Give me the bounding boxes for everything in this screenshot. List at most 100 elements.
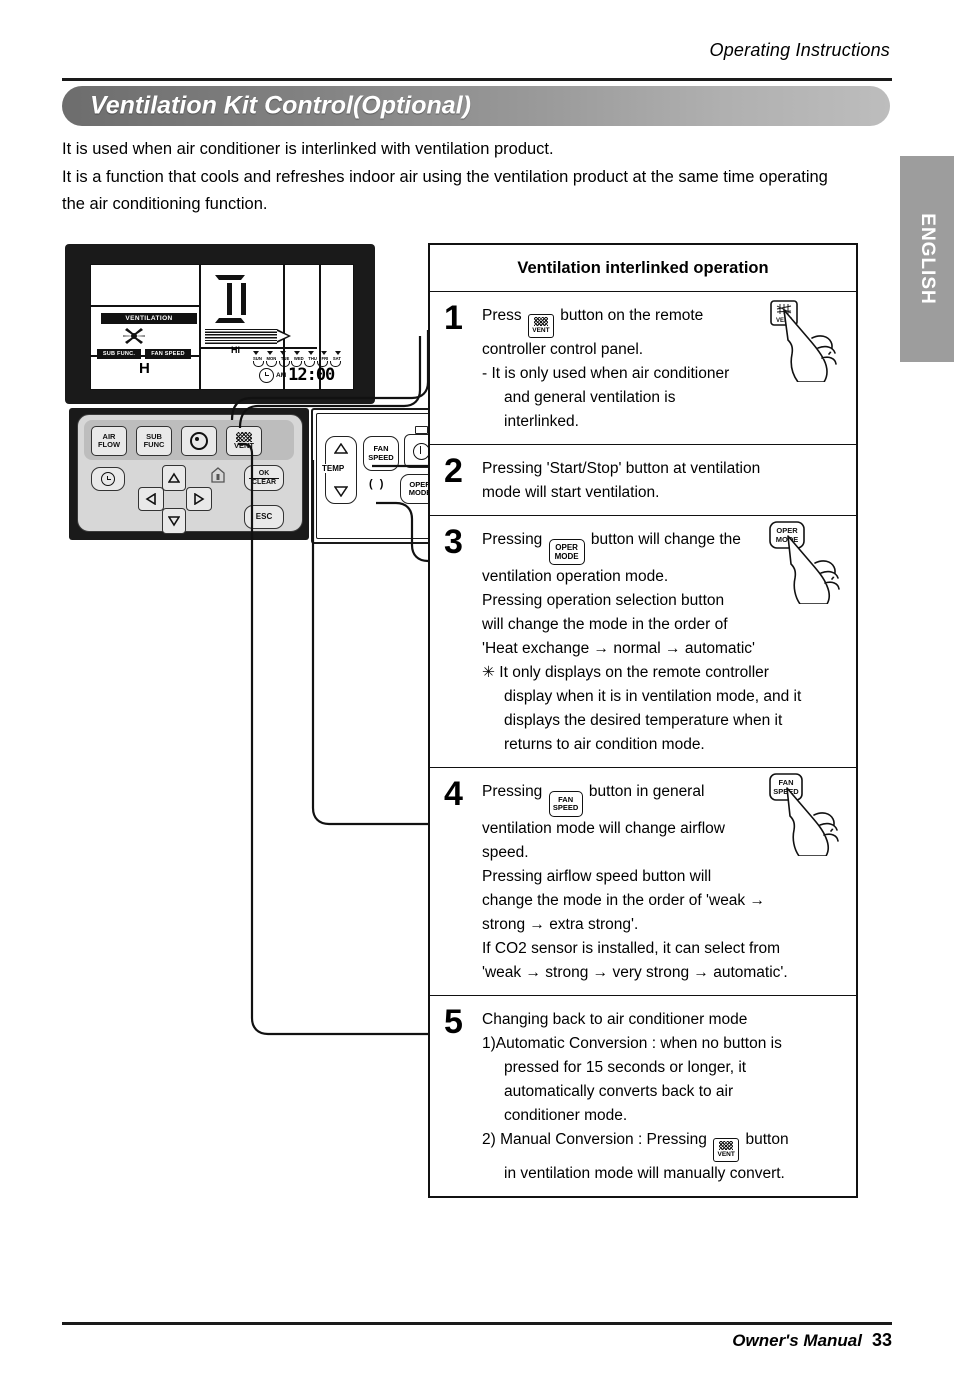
svg-text:FAN: FAN [779,778,794,787]
air-flow-button[interactable]: AIR FLOW [91,426,127,456]
day-label: WED [293,355,304,361]
section-banner: Ventilation Kit Control(Optional) [62,86,890,126]
step-line: displays the desired temperature when it [504,711,783,729]
language-tab-label: ENGLISH [917,213,938,305]
page-number: 33 [871,1330,892,1350]
chevron-up-icon [168,472,180,483]
running-head: Operating Instructions [709,40,890,60]
step-number: 4 [444,774,463,813]
step-number: 1 [444,299,463,337]
step-line: 1)Automatic Conversion : when no button … [482,1035,782,1052]
chevron-right-icon [194,493,205,505]
fan-speed-button[interactable]: FAN SPEED [363,436,399,471]
vent-button-press-hand: VENT [768,298,850,383]
step-line: display when it is in ventilation mode, … [504,687,802,705]
day-label: MON [266,355,277,361]
step-line: returns to air condition mode. [504,735,705,753]
lcd-display: VENTILATION SUB FUNC. FAN SPEED H HI SUN… [90,264,354,390]
step-text: Changing back to air conditioner mode 1)… [482,1004,846,1186]
fan-icon [123,328,145,344]
power-led-indicator [415,426,428,434]
sub-func-button[interactable]: SUB FUNC [136,426,172,456]
vent-label: VENT [233,440,254,450]
triangle-up-icon [334,443,348,454]
remote-body: VENTILATION SUB FUNC. FAN SPEED H HI SUN… [65,244,375,404]
day-label: TUE [280,355,290,361]
power-icon [412,442,430,460]
step-line: pressed for 15 seconds or longer, it [504,1059,747,1076]
intro-text: It is used when air conditioner is inter… [62,136,852,218]
step-line: Pressing 'Start/Stop' button at ventilat… [482,459,761,477]
remote-keypad: AIR FLOW SUB FUNC VENT OK CLEAR ESC [77,414,303,534]
step-line: in ventilation mode will manually conver… [504,1164,785,1182]
lcd-ventilation-indicator: VENTILATION [101,313,197,324]
step-line: automatically converts back to air [504,1083,734,1100]
day-labels: SUN MON TUE WED THU FRI SAT [253,356,341,361]
fan-speed-key-chip: FAN SPEED [548,791,583,817]
ok-label: OK [258,469,270,477]
temp-label: TEMP [321,464,346,473]
oper-mode-key-chip: OPER MODE [548,538,585,565]
air-flow-label-2: FLOW [97,440,121,449]
arrow-left-button[interactable] [138,487,164,511]
esc-label: ESC [255,511,273,521]
lcd-seven-segment-display [215,275,246,323]
step-line: will change the mode in the order of [482,615,728,633]
step-number: 3 [444,522,463,561]
temperature-home-icon [211,467,225,483]
footer: Owner's Manual 33 [732,1330,892,1351]
svg-text:MODE: MODE [776,535,799,544]
lcd-fan-speed-value: H [139,360,150,377]
lcd-meridiem: AM [276,372,287,379]
ok-clear-button[interactable]: OK CLEAR [244,465,284,491]
vent-hatch-icon [719,1141,734,1150]
gear-icon [190,432,208,450]
fan-speed-button-press-hand: FAN SPEED [768,772,850,857]
timer-button[interactable] [91,467,125,491]
day-arrows [253,351,341,355]
clock-icon [259,368,274,383]
fan-speed-label-2: SPEED [368,452,394,462]
page-title: Ventilation Kit Control(Optional) [90,91,471,120]
day-label: SAT [332,355,341,361]
step-line: strong → extra strong'. [482,916,639,933]
step-number: 5 [444,1003,463,1041]
lcd-time: 12:00 [288,365,335,385]
lcd-airflow-level: HI [231,345,240,355]
language-tab: ENGLISH [900,156,954,362]
instruction-step: 4 Pressing FAN SPEED button in general ve… [430,768,856,996]
day-label: THU [308,355,317,361]
remote-keypad-housing: AIR FLOW SUB FUNC VENT OK CLEAR ESC [69,408,309,540]
chevron-left-icon [145,493,156,505]
instruction-step: 1 Press VENT button on the remote contro… [430,292,856,445]
header-rule [62,78,892,81]
lcd-sub-func-tag: SUB FUNC. [97,349,141,359]
arrow-down-button[interactable] [162,508,186,534]
step-text: Pressing 'Start/Stop' button at ventilat… [482,453,846,505]
arrow-right-button[interactable] [186,487,212,511]
day-label: SUN [253,355,262,361]
step-number: 2 [444,451,463,490]
table-heading: Ventilation interlinked operation [430,245,856,292]
sub-func-label-2: FUNC [143,440,165,449]
clock-icon [101,472,115,486]
vent-hatch-icon [533,317,548,326]
arrow-up-button[interactable] [162,465,186,491]
esc-button[interactable]: ESC [244,505,284,529]
step-line: Changing back to air conditioner mode [482,1011,748,1028]
lcd-fan-speed-tag: FAN SPEED [145,349,191,359]
step-line: interlinked. [504,412,579,430]
instruction-step: 5 Changing back to air conditioner mode … [430,996,856,1196]
oper-mode-button-press-hand: OPER MODE [768,520,850,605]
step-line: 2) Manual Conversion : Pressing VENT but… [482,1128,842,1162]
step-line: 'weak → strong → very strong → automatic… [482,964,788,981]
intro-line-2: It is a function that cools and refreshe… [62,168,828,213]
vent-button[interactable]: VENT [226,426,262,456]
lcd-airflow-arrow [277,329,291,343]
instructions-table: Ventilation interlinked operation 1 Pres… [428,243,858,1198]
clear-label: CLEAR [251,478,277,486]
swing-indicator: ( ) [369,478,386,490]
lcd-clock: AM 12:00 [259,365,335,385]
step-line: ✳ It only displays on the remote control… [482,663,769,681]
settings-button[interactable] [181,426,217,456]
